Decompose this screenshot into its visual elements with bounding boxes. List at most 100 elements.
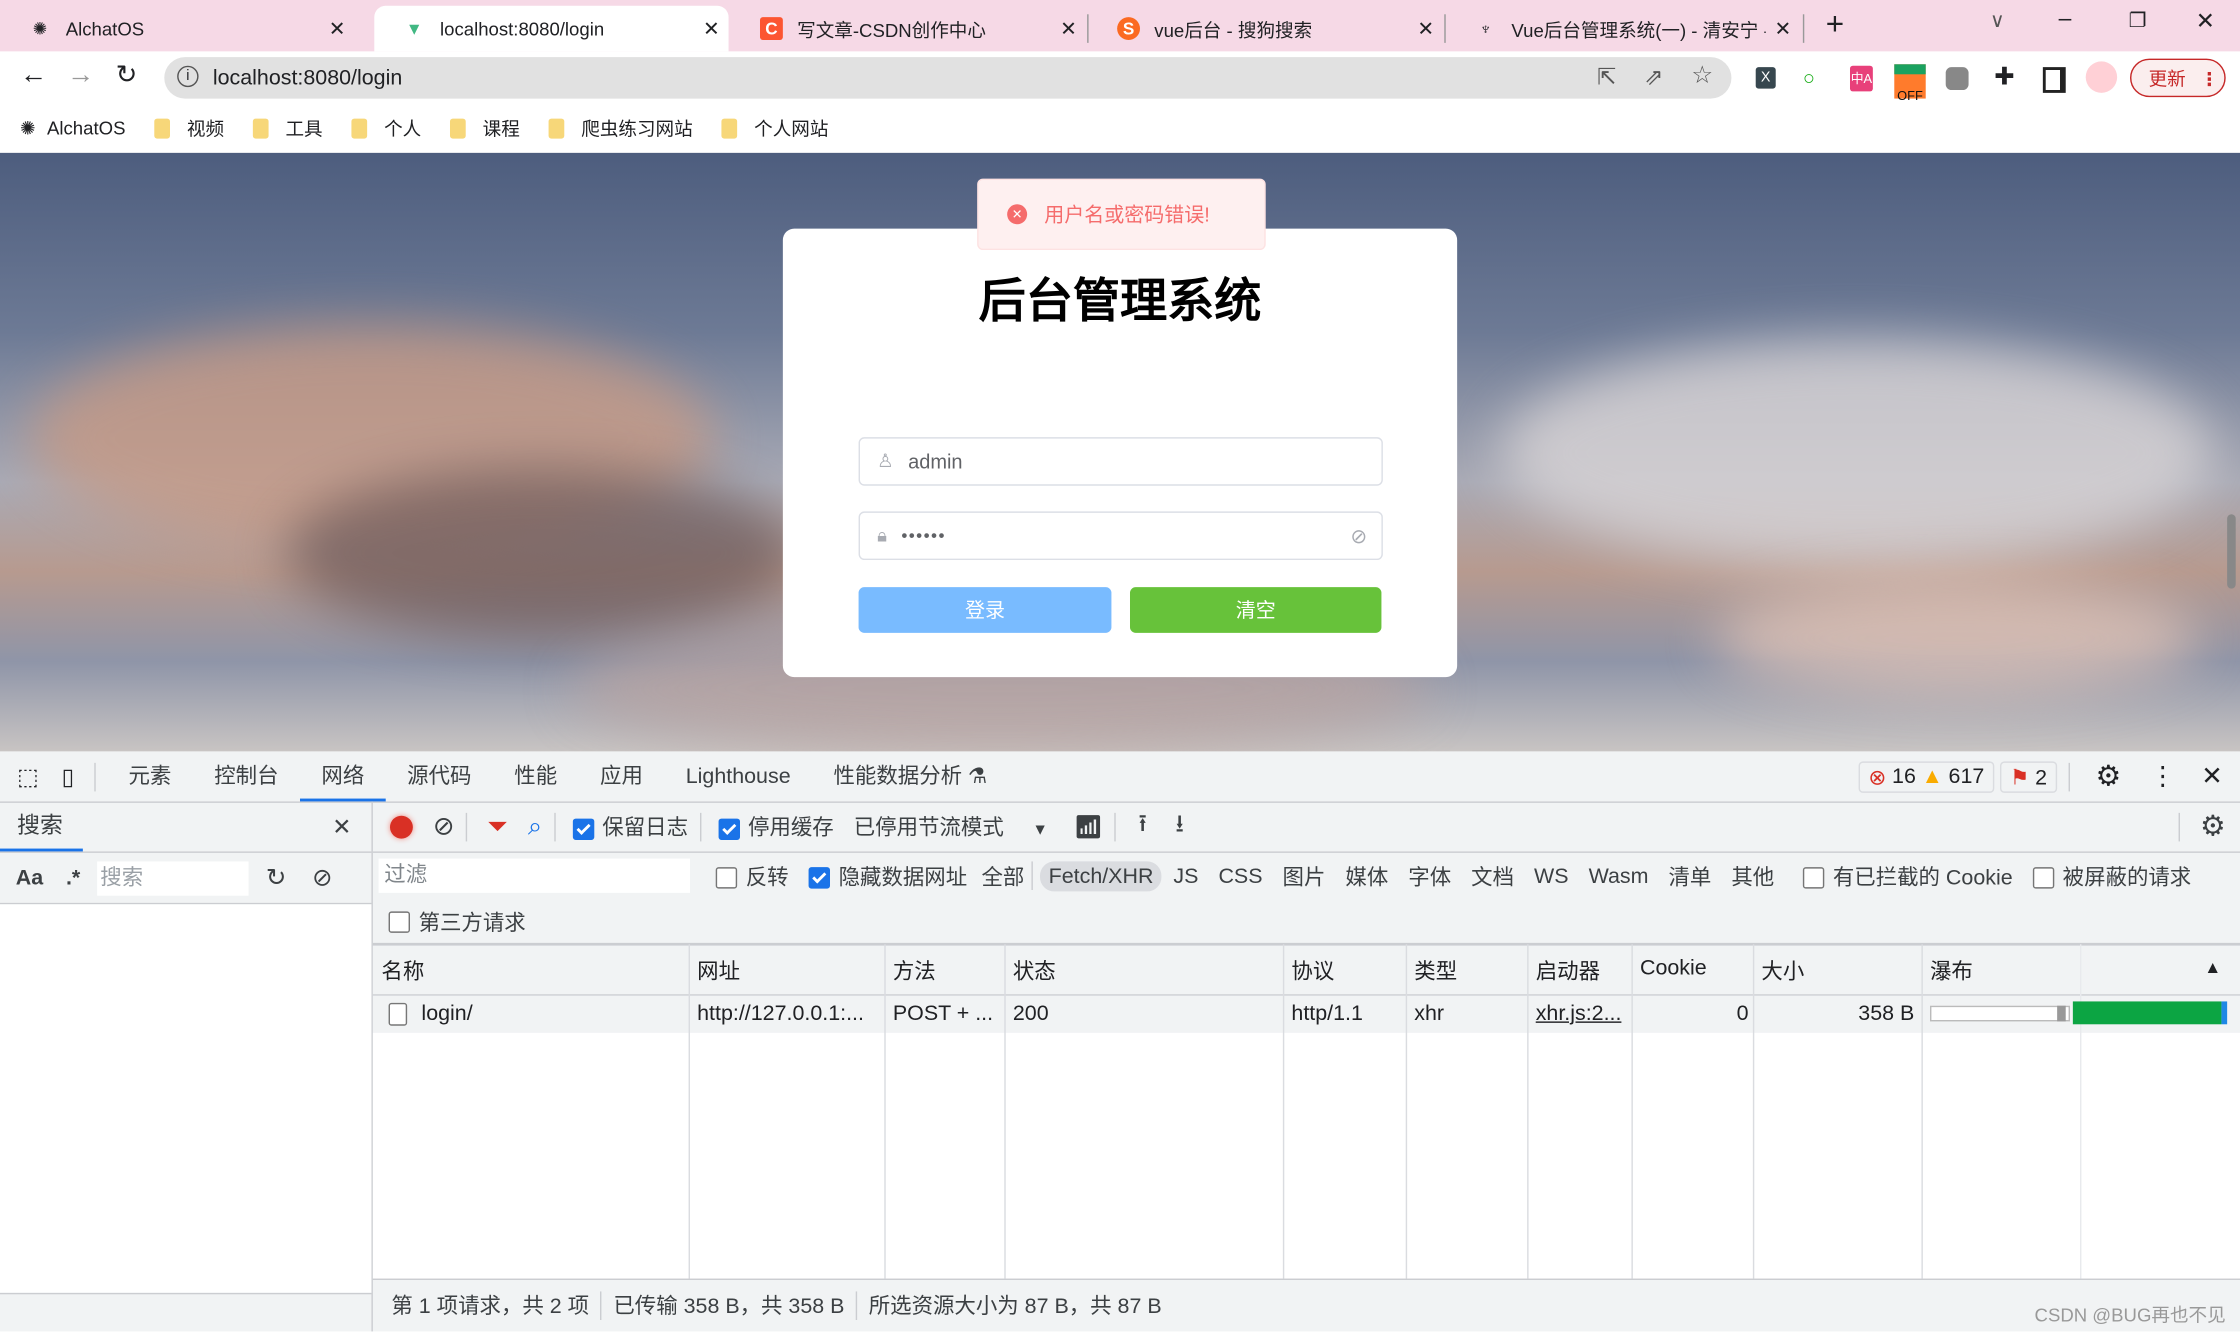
third-party-checkbox[interactable]: 第三方请求 xyxy=(388,900,526,943)
import-har-icon[interactable]: ⭱ xyxy=(1138,806,1147,847)
clear-button[interactable]: 清空 xyxy=(1129,587,1382,633)
column-header-method[interactable]: 方法 xyxy=(886,956,936,986)
network-settings-icon[interactable]: ⚙ xyxy=(2200,809,2226,845)
disable-cache-checkbox[interactable]: 停用缓存 xyxy=(718,811,834,841)
tab-sogou[interactable]: S vue后台 - 搜狗搜索 ✕ xyxy=(1089,6,1443,52)
username-input[interactable]: ♙ admin xyxy=(858,437,1383,486)
url-text[interactable]: localhost:8080/login xyxy=(213,66,402,90)
close-tab-icon[interactable]: ✕ xyxy=(320,16,354,40)
page-scrollbar[interactable] xyxy=(2227,514,2236,589)
filter-type-wasm[interactable]: Wasm xyxy=(1589,864,1649,888)
search-input[interactable]: 搜索 xyxy=(97,860,249,895)
sort-ascending-icon[interactable]: ▲ xyxy=(2204,957,2221,977)
filter-type-media[interactable]: 媒体 xyxy=(1345,861,1388,891)
share-icon[interactable]: ⇗ xyxy=(1644,63,1663,92)
open-external-icon[interactable]: ⇱ xyxy=(1597,63,1616,92)
record-icon[interactable] xyxy=(389,814,413,838)
column-header-protocol[interactable]: 协议 xyxy=(1284,956,1334,986)
bookmark-alchatos[interactable]: ✺ AlchatOS xyxy=(20,116,125,139)
regex-toggle[interactable]: .* xyxy=(66,866,80,890)
clear-log-icon[interactable]: ⊘ xyxy=(433,811,455,841)
bookmark-folder[interactable]: 爬虫练习网站 xyxy=(548,114,693,141)
tab-sources[interactable]: 源代码 xyxy=(386,751,493,801)
bookmark-folder[interactable]: 个人网站 xyxy=(721,114,828,141)
close-search-icon[interactable]: ✕ xyxy=(332,812,351,841)
filter-type-img[interactable]: 图片 xyxy=(1283,861,1326,891)
eye-hidden-icon[interactable]: ⊘ xyxy=(1350,524,1367,548)
profile-avatar[interactable] xyxy=(2085,61,2118,93)
site-info-icon[interactable]: i xyxy=(177,65,199,88)
filter-type-js[interactable]: JS xyxy=(1173,864,1198,888)
tab-lighthouse[interactable]: Lighthouse xyxy=(664,751,812,801)
side-panel-icon[interactable] xyxy=(2042,67,2066,93)
tab-application[interactable]: 应用 xyxy=(579,751,665,801)
match-case-toggle[interactable]: Aa xyxy=(16,866,43,890)
search-panel-tab[interactable]: 搜索 xyxy=(0,801,83,852)
inspect-element-icon[interactable]: ⬚ xyxy=(17,762,39,791)
more-options-icon[interactable]: ⋮ xyxy=(2150,761,2176,791)
filter-type-css[interactable]: CSS xyxy=(1218,864,1262,888)
extension-off-icon[interactable]: OFF xyxy=(1894,64,1926,103)
blocked-cookies-checkbox[interactable]: 有已拦截的 Cookie xyxy=(1802,861,2013,891)
close-devtools-icon[interactable]: ✕ xyxy=(2201,761,2223,791)
bookmark-folder[interactable]: 课程 xyxy=(449,114,520,141)
filter-type-font[interactable]: 字体 xyxy=(1408,861,1451,891)
restore-icon[interactable]: ❐ xyxy=(2129,9,2147,33)
tab-performance[interactable]: 性能 xyxy=(493,751,579,801)
extension-translate-icon[interactable]: 中A xyxy=(1849,65,1873,92)
close-tab-icon[interactable]: ✕ xyxy=(1409,16,1443,40)
tab-console[interactable]: 控制台 xyxy=(193,751,300,801)
tab-search-icon[interactable]: ∨ xyxy=(1990,9,2005,33)
issues-badge[interactable]: ⚑ 2 xyxy=(1999,760,2058,793)
filter-type-fetch-xhr[interactable]: Fetch/XHR xyxy=(1040,860,1163,891)
device-toolbar-icon[interactable]: ▯ xyxy=(62,762,75,791)
close-tab-icon[interactable]: ✕ xyxy=(1766,16,1800,40)
filter-icon[interactable]: ⏷ xyxy=(487,811,508,841)
issues-counter[interactable]: ⊗ 16 ▲ 617 xyxy=(1858,760,1995,793)
tab-performance-insights[interactable]: 性能数据分析 ⚗ xyxy=(812,751,1009,801)
bookmark-star-icon[interactable]: ☆ xyxy=(1691,61,1713,90)
column-header-type[interactable]: 类型 xyxy=(1407,956,1457,986)
bookmark-folder[interactable]: 视频 xyxy=(154,114,224,141)
filter-type-doc[interactable]: 文档 xyxy=(1471,861,1514,891)
forward-icon[interactable]: → xyxy=(67,60,94,91)
network-conditions-icon[interactable]: 📶︎ xyxy=(1074,812,1103,841)
extensions-puzzle-icon[interactable]: ✚ xyxy=(1994,63,2014,92)
blocked-requests-checkbox[interactable]: 被屏蔽的请求 xyxy=(2032,861,2191,891)
filter-type-other[interactable]: 其他 xyxy=(1731,861,1774,891)
extension-incognito-icon[interactable] xyxy=(1945,67,1969,90)
extension-search-icon[interactable]: ○ xyxy=(1803,66,1815,89)
column-header-cookie[interactable]: Cookie xyxy=(1633,956,1707,980)
throttling-select[interactable]: 已停用节流模式 ▼ xyxy=(854,811,1048,841)
search-icon[interactable]: ⌕ xyxy=(528,811,542,841)
filter-type-ws[interactable]: WS xyxy=(1534,864,1569,888)
back-icon[interactable]: ← xyxy=(20,60,47,91)
new-tab-icon[interactable]: + xyxy=(1826,6,1844,43)
filter-type-all[interactable]: 全部 xyxy=(981,861,1024,891)
close-tab-icon[interactable]: ✕ xyxy=(1051,16,1085,40)
tab-elements[interactable]: 元素 xyxy=(107,751,193,801)
invert-checkbox[interactable]: 反转 xyxy=(715,861,789,891)
column-header-size[interactable]: 大小 xyxy=(1754,956,1804,986)
preserve-log-checkbox[interactable]: 保留日志 xyxy=(572,811,688,841)
refresh-icon[interactable]: ↻ xyxy=(266,864,286,893)
password-input[interactable]: 🔒︎ •••••• ⊘ xyxy=(858,511,1383,560)
update-button[interactable]: 更新 ⋮ xyxy=(2129,58,2226,98)
tab-network[interactable]: 网络 xyxy=(299,751,386,802)
cell-initiator-link[interactable]: xhr.js:2... xyxy=(1529,1001,1622,1025)
column-header-url[interactable]: 网址 xyxy=(690,956,740,986)
cell-name[interactable]: login/ xyxy=(414,1001,685,1025)
tab-vue-admin-article[interactable]: ♆ Vue后台管理系统(一) - 清安宁 - ✕ xyxy=(1446,6,1800,52)
close-window-icon[interactable]: ✕ xyxy=(2196,7,2215,36)
close-tab-icon[interactable]: ✕ xyxy=(694,16,728,40)
bookmark-folder[interactable]: 工具 xyxy=(252,114,323,141)
minimize-icon[interactable]: – xyxy=(2059,7,2072,33)
export-har-icon[interactable]: ⭳ xyxy=(1175,806,1184,847)
reload-icon[interactable]: ↻ xyxy=(116,60,138,90)
login-button[interactable]: 登录 xyxy=(858,587,1112,633)
column-header-status[interactable]: 状态 xyxy=(1006,956,1056,986)
address-bar[interactable]: i localhost:8080/login ⇱ ⇗ ☆ xyxy=(164,57,1732,99)
extension-x-icon[interactable]: X xyxy=(1755,67,1776,89)
column-header-waterfall[interactable]: 瀑布 xyxy=(1923,956,1973,986)
hide-data-urls-checkbox[interactable]: 隐藏数据网址 xyxy=(808,861,967,891)
